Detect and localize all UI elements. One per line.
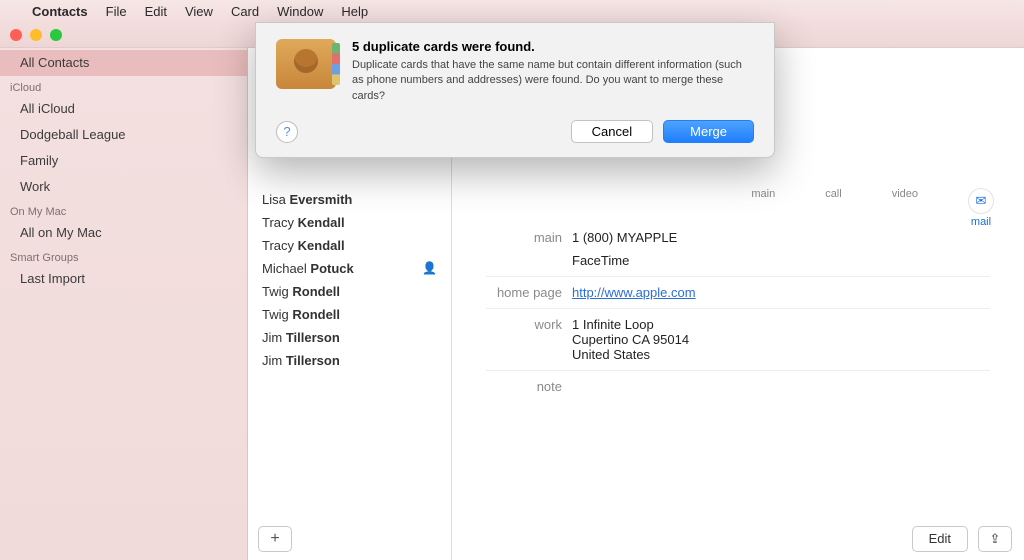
- field-note: note: [452, 375, 1024, 398]
- menu-file[interactable]: File: [106, 4, 127, 19]
- window-close-button[interactable]: [10, 29, 22, 41]
- field-facetime: FaceTime: [452, 249, 1024, 272]
- action-message[interactable]: main: [751, 188, 775, 228]
- menu-window[interactable]: Window: [277, 4, 323, 19]
- dialog-body: Duplicate cards that have the same name …: [352, 58, 754, 104]
- list-item[interactable]: Michael Potuck👤: [248, 257, 451, 280]
- me-indicator-icon: 👤: [422, 261, 437, 275]
- app-menu[interactable]: Contacts: [32, 4, 88, 19]
- edit-button[interactable]: Edit: [912, 526, 968, 552]
- sidebar-header-onmymac: On My Mac: [0, 200, 247, 220]
- add-contact-button[interactable]: +: [258, 526, 292, 552]
- cancel-button[interactable]: Cancel: [571, 120, 653, 143]
- list-item[interactable]: Twig Rondell: [248, 280, 451, 303]
- help-button[interactable]: ?: [276, 121, 298, 143]
- list-item[interactable]: Lisa Eversmith: [248, 188, 451, 211]
- sidebar-header-icloud: iCloud: [0, 76, 247, 96]
- menu-card[interactable]: Card: [231, 4, 259, 19]
- sidebar-item-last-import[interactable]: Last Import: [0, 266, 247, 292]
- sidebar-item-all-on-my-mac[interactable]: All on My Mac: [0, 220, 247, 246]
- list-item[interactable]: Twig Rondell: [248, 303, 451, 326]
- menu-help[interactable]: Help: [341, 4, 368, 19]
- share-icon: ⇪: [990, 531, 1001, 547]
- contacts-app-icon: [276, 39, 336, 89]
- list-item[interactable]: Jim Tillerson: [248, 349, 451, 372]
- list-item[interactable]: Tracy Kendall: [248, 234, 451, 257]
- action-mail[interactable]: ✉mail: [968, 188, 994, 228]
- merge-button[interactable]: Merge: [663, 120, 754, 143]
- sidebar-item-all-contacts[interactable]: All Contacts: [0, 50, 247, 76]
- list-item[interactable]: Tracy Kendall: [248, 211, 451, 234]
- menu-edit[interactable]: Edit: [145, 4, 167, 19]
- divider: [486, 370, 990, 371]
- list-item[interactable]: Jim Tillerson: [248, 326, 451, 349]
- sidebar-item-all-icloud[interactable]: All iCloud: [0, 96, 247, 122]
- dialog-title: 5 duplicate cards were found.: [352, 39, 754, 54]
- sidebar-item-work[interactable]: Work: [0, 174, 247, 200]
- action-call[interactable]: call: [825, 188, 842, 228]
- homepage-link[interactable]: http://www.apple.com: [572, 285, 696, 300]
- share-button[interactable]: ⇪: [978, 526, 1012, 552]
- system-menubar: Contacts File Edit View Card Window Help: [0, 0, 1024, 22]
- sidebar-header-smartgroups: Smart Groups: [0, 246, 247, 266]
- sidebar-item-family[interactable]: Family: [0, 148, 247, 174]
- window-minimize-button[interactable]: [30, 29, 42, 41]
- mail-icon: ✉: [968, 188, 994, 214]
- action-video[interactable]: video: [892, 188, 918, 228]
- field-address: work 1 Infinite Loop Cupertino CA 95014 …: [452, 313, 1024, 366]
- merge-duplicates-dialog: 5 duplicate cards were found. Duplicate …: [255, 22, 775, 158]
- sidebar-item-dodgeball[interactable]: Dodgeball League: [0, 122, 247, 148]
- menu-view[interactable]: View: [185, 4, 213, 19]
- window-zoom-button[interactable]: [50, 29, 62, 41]
- groups-sidebar: All Contacts iCloud All iCloud Dodgeball…: [0, 48, 248, 560]
- field-homepage: home page http://www.apple.com: [452, 281, 1024, 304]
- field-phone: main 1 (800) MYAPPLE: [452, 226, 1024, 249]
- divider: [486, 276, 990, 277]
- divider: [486, 308, 990, 309]
- contact-actions-row: main call video ✉mail: [452, 188, 1024, 228]
